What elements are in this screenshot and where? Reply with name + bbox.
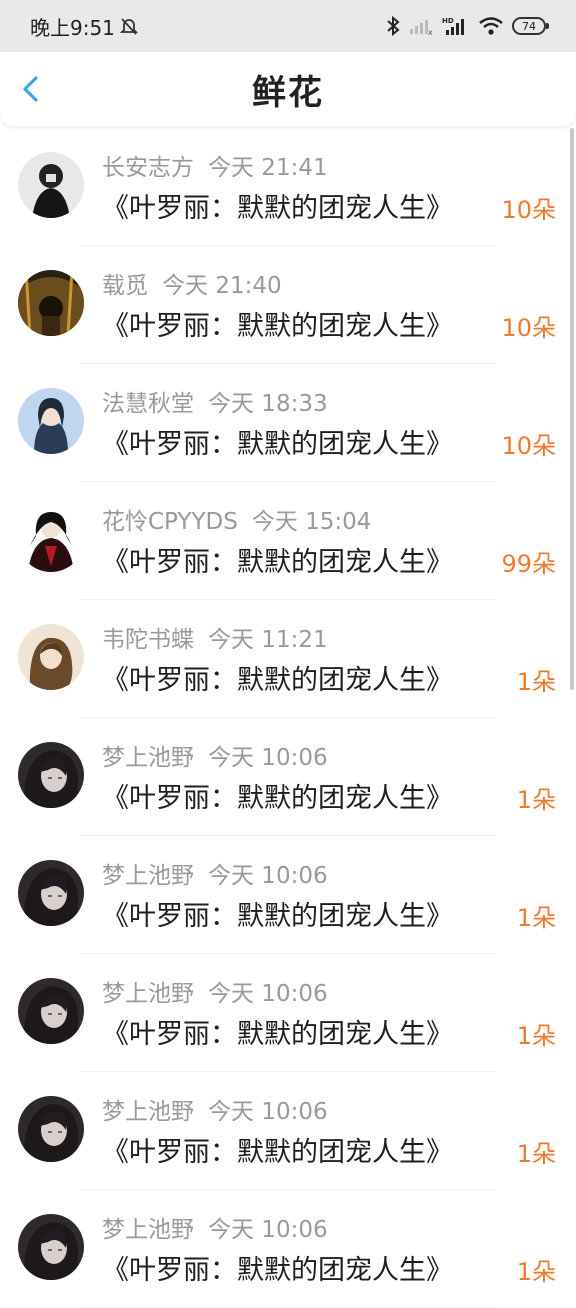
user-avatar[interactable] xyxy=(18,388,84,454)
book-title[interactable]: 《叶罗丽：默默的团宠人生》 xyxy=(102,540,453,579)
record-meta: 花怜CPYYDS 今天 15:04 xyxy=(102,502,371,536)
user-avatar[interactable] xyxy=(18,152,84,218)
user-avatar[interactable] xyxy=(18,860,84,926)
username[interactable]: 法慧秋堂 xyxy=(102,391,194,417)
flower-record-row[interactable]: 法慧秋堂 今天 18:33 《叶罗丽：默默的团宠人生》 10朵 xyxy=(0,364,576,482)
flower-record-row[interactable]: 长安志方 今天 21:41 《叶罗丽：默默的团宠人生》 10朵 xyxy=(0,128,576,246)
timestamp: 今天 10:06 xyxy=(208,1217,328,1243)
record-meta: 梦上池野 今天 10:06 xyxy=(102,738,328,772)
username[interactable]: 长安志方 xyxy=(102,155,194,181)
book-title[interactable]: 《叶罗丽：默默的团宠人生》 xyxy=(102,894,453,933)
battery-icon: 74 xyxy=(512,17,549,35)
flower-record-row[interactable]: 韦陀书蝶 今天 11:21 《叶罗丽：默默的团宠人生》 1朵 xyxy=(0,600,576,718)
record-meta: 法慧秋堂 今天 18:33 xyxy=(102,384,328,418)
user-avatar[interactable] xyxy=(18,624,84,690)
book-title[interactable]: 《叶罗丽：默默的团宠人生》 xyxy=(102,776,453,815)
timestamp: 今天 21:41 xyxy=(208,155,328,181)
flower-count: 10朵 xyxy=(501,314,556,342)
record-meta: 梦上池野 今天 10:06 xyxy=(102,1092,328,1126)
user-avatar[interactable] xyxy=(18,1096,84,1162)
flower-record-row[interactable]: 梦上池野 今天 10:06 《叶罗丽：默默的团宠人生》 1朵 xyxy=(0,836,576,954)
user-avatar[interactable] xyxy=(18,270,84,336)
flower-count: 10朵 xyxy=(501,432,556,460)
username[interactable]: 梦上池野 xyxy=(102,1217,194,1243)
timestamp: 今天 10:06 xyxy=(208,981,328,1007)
back-arrow-icon[interactable] xyxy=(18,72,46,106)
page-title: 鲜花 xyxy=(252,72,324,113)
timestamp: 今天 10:06 xyxy=(208,863,328,889)
book-title[interactable]: 《叶罗丽：默默的团宠人生》 xyxy=(102,658,453,697)
timestamp: 今天 21:40 xyxy=(162,273,282,299)
username[interactable]: 梦上池野 xyxy=(102,863,194,889)
timestamp: 今天 15:04 xyxy=(251,509,372,535)
flower-record-row[interactable]: 梦上池野 今天 10:06 《叶罗丽：默默的团宠人生》 1朵 xyxy=(0,954,576,1072)
flower-count: 1朵 xyxy=(516,904,556,932)
record-meta: 长安志方 今天 21:41 xyxy=(102,148,328,182)
record-meta: 梦上池野 今天 10:06 xyxy=(102,974,328,1008)
flower-count: 1朵 xyxy=(516,1022,556,1050)
bluetooth-icon xyxy=(386,15,400,37)
flower-record-row[interactable]: 梦上池野 今天 10:06 《叶罗丽：默默的团宠人生》 1朵 xyxy=(0,1072,576,1190)
flower-list: 长安志方 今天 21:41 《叶罗丽：默默的团宠人生》 10朵 载觅 今天 21:40 《叶… xyxy=(0,128,576,1308)
username[interactable]: 韦陀书蝶 xyxy=(102,627,194,653)
record-meta: 梦上池野 今天 10:06 xyxy=(102,1210,328,1244)
user-avatar[interactable] xyxy=(18,1214,84,1280)
bell-off-icon xyxy=(119,16,139,36)
book-title[interactable]: 《叶罗丽：默默的团宠人生》 xyxy=(102,186,453,225)
flower-count: 10朵 xyxy=(501,196,556,224)
wifi-icon xyxy=(478,16,504,36)
flower-record-row[interactable]: 花怜CPYYDS 今天 15:04 《叶罗丽：默默的团宠人生》 99朵 xyxy=(0,482,576,600)
flower-count: 1朵 xyxy=(516,668,556,696)
book-title[interactable]: 《叶罗丽：默默的团宠人生》 xyxy=(102,422,453,461)
scrollbar[interactable] xyxy=(570,128,574,690)
username[interactable]: 载觅 xyxy=(102,273,148,299)
book-title[interactable]: 《叶罗丽：默默的团宠人生》 xyxy=(102,1012,453,1051)
timestamp: 今天 10:06 xyxy=(208,1099,328,1125)
username[interactable]: 梦上池野 xyxy=(102,981,194,1007)
record-meta: 梦上池野 今天 10:06 xyxy=(102,856,328,890)
signal-empty-icon: x xyxy=(408,16,434,36)
username[interactable]: 花怜CPYYDS xyxy=(102,509,238,535)
svg-text:x: x xyxy=(428,28,433,36)
user-avatar[interactable] xyxy=(18,742,84,808)
username[interactable]: 梦上池野 xyxy=(102,745,194,771)
nav-bar: 鲜花 xyxy=(0,52,576,126)
status-time: 晚上9:51 xyxy=(30,15,115,40)
username[interactable]: 梦上池野 xyxy=(102,1099,194,1125)
record-meta: 载觅 今天 21:40 xyxy=(102,266,282,300)
flower-record-row[interactable]: 梦上池野 今天 10:06 《叶罗丽：默默的团宠人生》 1朵 xyxy=(0,1190,576,1308)
flower-record-row[interactable]: 梦上池野 今天 10:06 《叶罗丽：默默的团宠人生》 1朵 xyxy=(0,718,576,836)
timestamp: 今天 10:06 xyxy=(208,745,328,771)
flower-count: 1朵 xyxy=(516,1140,556,1168)
flower-count: 99朵 xyxy=(501,550,556,578)
book-title[interactable]: 《叶罗丽：默默的团宠人生》 xyxy=(102,1248,453,1287)
flower-count: 1朵 xyxy=(516,1258,556,1286)
record-meta: 韦陀书蝶 今天 11:21 xyxy=(102,620,328,654)
book-title[interactable]: 《叶罗丽：默默的团宠人生》 xyxy=(102,1130,453,1169)
flower-record-row[interactable]: 载觅 今天 21:40 《叶罗丽：默默的团宠人生》 10朵 xyxy=(0,246,576,364)
signal-hd-icon: HD xyxy=(442,15,470,37)
user-avatar[interactable] xyxy=(18,506,84,572)
battery-level: 74 xyxy=(522,19,536,33)
flower-count: 1朵 xyxy=(516,786,556,814)
timestamp: 今天 11:21 xyxy=(208,627,328,653)
hd-label: HD xyxy=(442,17,454,25)
timestamp: 今天 18:33 xyxy=(208,391,328,417)
user-avatar[interactable] xyxy=(18,978,84,1044)
book-title[interactable]: 《叶罗丽：默默的团宠人生》 xyxy=(102,304,453,343)
status-bar: 晚上9:51 x HD 74 xyxy=(0,0,576,52)
